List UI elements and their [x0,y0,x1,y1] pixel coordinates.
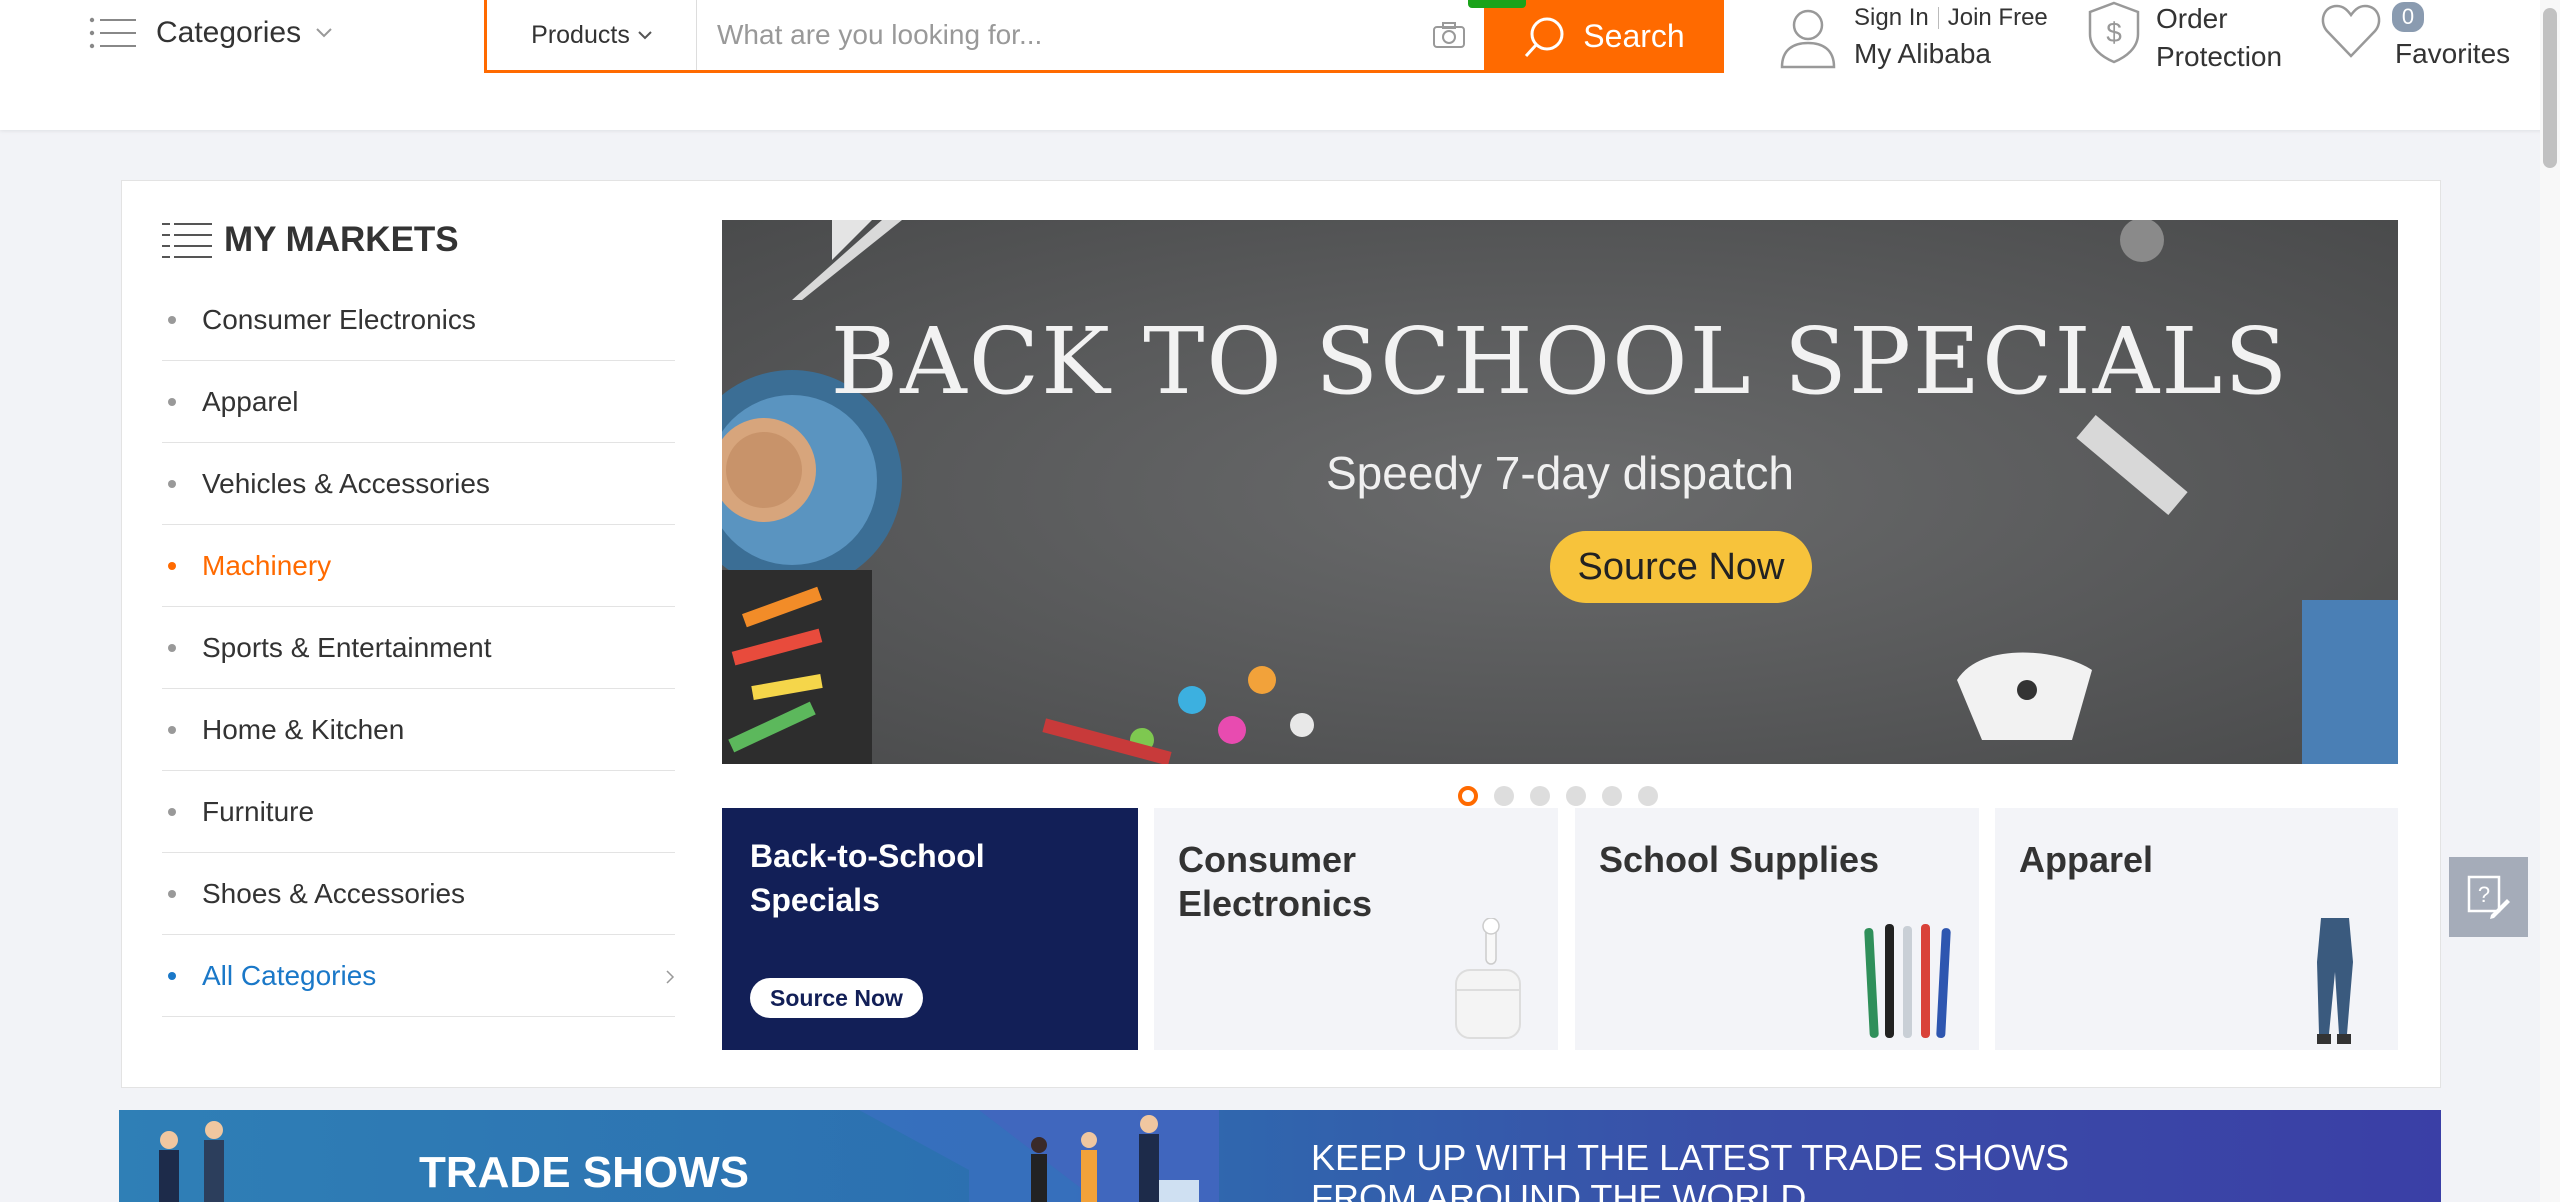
search-button-label: Search [1583,18,1685,54]
user-icon [1780,9,1836,69]
hamburger-icon [89,17,136,49]
bullet [168,561,176,570]
tile-back-to-school[interactable]: Back-to-School Specials Source Now [722,808,1138,1050]
market-item-label: Sports & Entertainment [202,631,492,663]
search-button[interactable]: Search [1468,0,1724,73]
market-item-shoes[interactable]: Shoes & Accessories [162,853,675,935]
earbuds-image [1455,918,1521,1039]
my-markets-title: MY MARKETS [224,220,459,259]
my-markets-panel: MY MARKETS Consumer Electronics Apparel … [162,215,675,1017]
categories-label: Categories [156,16,302,49]
trade-shows-banner[interactable]: TRADE SHOWS KEEP UP WITH THE LATEST TRAD… [119,1110,2441,1202]
search-bar: Products Search [484,0,1724,73]
market-item-furniture[interactable]: Furniture [162,771,675,853]
market-item-apparel[interactable]: Apparel [162,361,675,443]
bullet [168,397,176,406]
order-protection-link[interactable]: $ Order Protection [2086,0,2282,76]
tile-title: School Supplies [1599,839,1880,880]
carousel-dot-4[interactable] [1566,786,1586,806]
chevron-down-icon [638,31,652,40]
new-badge [1468,0,1526,8]
hero-banner[interactable]: BACK TO SCHOOL SPECIALS Speedy 7-day dis… [722,220,2398,764]
search-type-select[interactable]: Products [487,0,697,70]
bullet [168,807,176,816]
market-item-label: Shoes & Accessories [202,877,466,909]
page-scrollbar[interactable] [2540,0,2560,1202]
main-content-card: MY MARKETS Consumer Electronics Apparel … [121,180,2441,1088]
market-item-vehicles[interactable]: Vehicles & Accessories [162,443,675,525]
search-icon [1525,17,1564,57]
chevron-down-icon [316,28,332,38]
bullet [168,643,176,652]
account-menu: Sign In Join Free My Alibaba [1778,4,2048,70]
market-item-label: Home & Kitchen [202,713,405,745]
market-item-label: Consumer Electronics [202,303,476,335]
carousel-dot-6[interactable] [1638,786,1658,806]
order-protection-line2: Protection [2156,41,2283,72]
bullet [168,725,176,734]
banner-title: BACK TO SCHOOL SPECIALS [830,308,2290,415]
camera-search-icon[interactable] [1414,0,1484,70]
tile-school-supplies[interactable]: School Supplies [1575,808,1979,1050]
tile-title: Back-to-School Specials [750,838,985,918]
bullet [168,479,176,488]
carousel-dot-3[interactable] [1530,786,1550,806]
divider [1937,7,1939,29]
bullet [168,971,176,980]
tile-title: Consumer Electronics [1178,839,1373,924]
banner-source-now-button[interactable]: Source Now [1550,531,1812,603]
market-item-consumer-electronics[interactable]: Consumer Electronics [162,279,675,361]
bullet [168,889,176,898]
my-alibaba-link[interactable]: My Alibaba [1854,38,2048,70]
market-item-all-categories[interactable]: All Categories [162,935,675,1017]
categories-button[interactable]: Categories [88,8,333,58]
heart-icon [2321,4,2381,58]
jeans-model-image [2317,918,2353,1044]
category-tiles: Back-to-School Specials Source Now Consu… [722,808,2398,1050]
market-item-label: Furniture [202,795,315,827]
carousel-dot-2[interactable] [1494,786,1514,806]
carousel-dot-5[interactable] [1602,786,1622,806]
market-item-machinery[interactable]: Machinery [162,525,675,607]
svg-text:$: $ [2106,17,2122,48]
market-item-label: Apparel [202,385,299,417]
trade-shows-title: TRADE SHOWS [419,1148,749,1197]
tile-apparel[interactable]: Apparel [1995,808,2398,1050]
tile-title: Apparel [2019,839,2154,880]
favorites-label: Favorites [2395,38,2511,69]
favorites-count-badge: 0 [2392,2,2424,32]
carousel-dot-1[interactable] [1458,786,1478,806]
tile-consumer-electronics[interactable]: Consumer Electronics [1154,808,1558,1050]
order-protection-line1: Order [2156,3,2228,34]
scrollbar-thumb[interactable] [2543,8,2557,168]
pens-image [1864,924,1951,1038]
sign-in-link[interactable]: Sign In [1854,4,1929,32]
market-item-home-kitchen[interactable]: Home & Kitchen [162,689,675,771]
market-item-label: Vehicles & Accessories [202,467,490,499]
svg-text:?: ? [2477,882,2489,907]
trade-shows-description: KEEP UP WITH THE LATEST TRADE SHOWS FROM… [1311,1137,2070,1202]
market-item-sports[interactable]: Sports & Entertainment [162,607,675,689]
carousel-indicators [1458,786,1674,806]
top-header: Categories Products Search Sign In Join … [0,0,2560,130]
my-markets-header: MY MARKETS [162,215,675,265]
list-icon [162,223,212,258]
feedback-edit-icon: ? [2467,875,2510,919]
tile-source-now-button[interactable]: Source Now [750,978,923,1018]
join-free-link[interactable]: Join Free [1948,4,2048,32]
search-input[interactable] [697,0,1414,70]
market-item-label: Machinery [202,549,332,581]
chevron-right-icon [666,970,675,984]
banner-subtitle: Speedy 7-day dispatch [1326,447,1794,499]
search-type-label: Products [531,20,630,49]
market-item-label: All Categories [202,959,377,991]
bullet [168,315,176,324]
shield-dollar-icon: $ [2088,1,2140,64]
feedback-button[interactable]: ? [2449,857,2528,937]
